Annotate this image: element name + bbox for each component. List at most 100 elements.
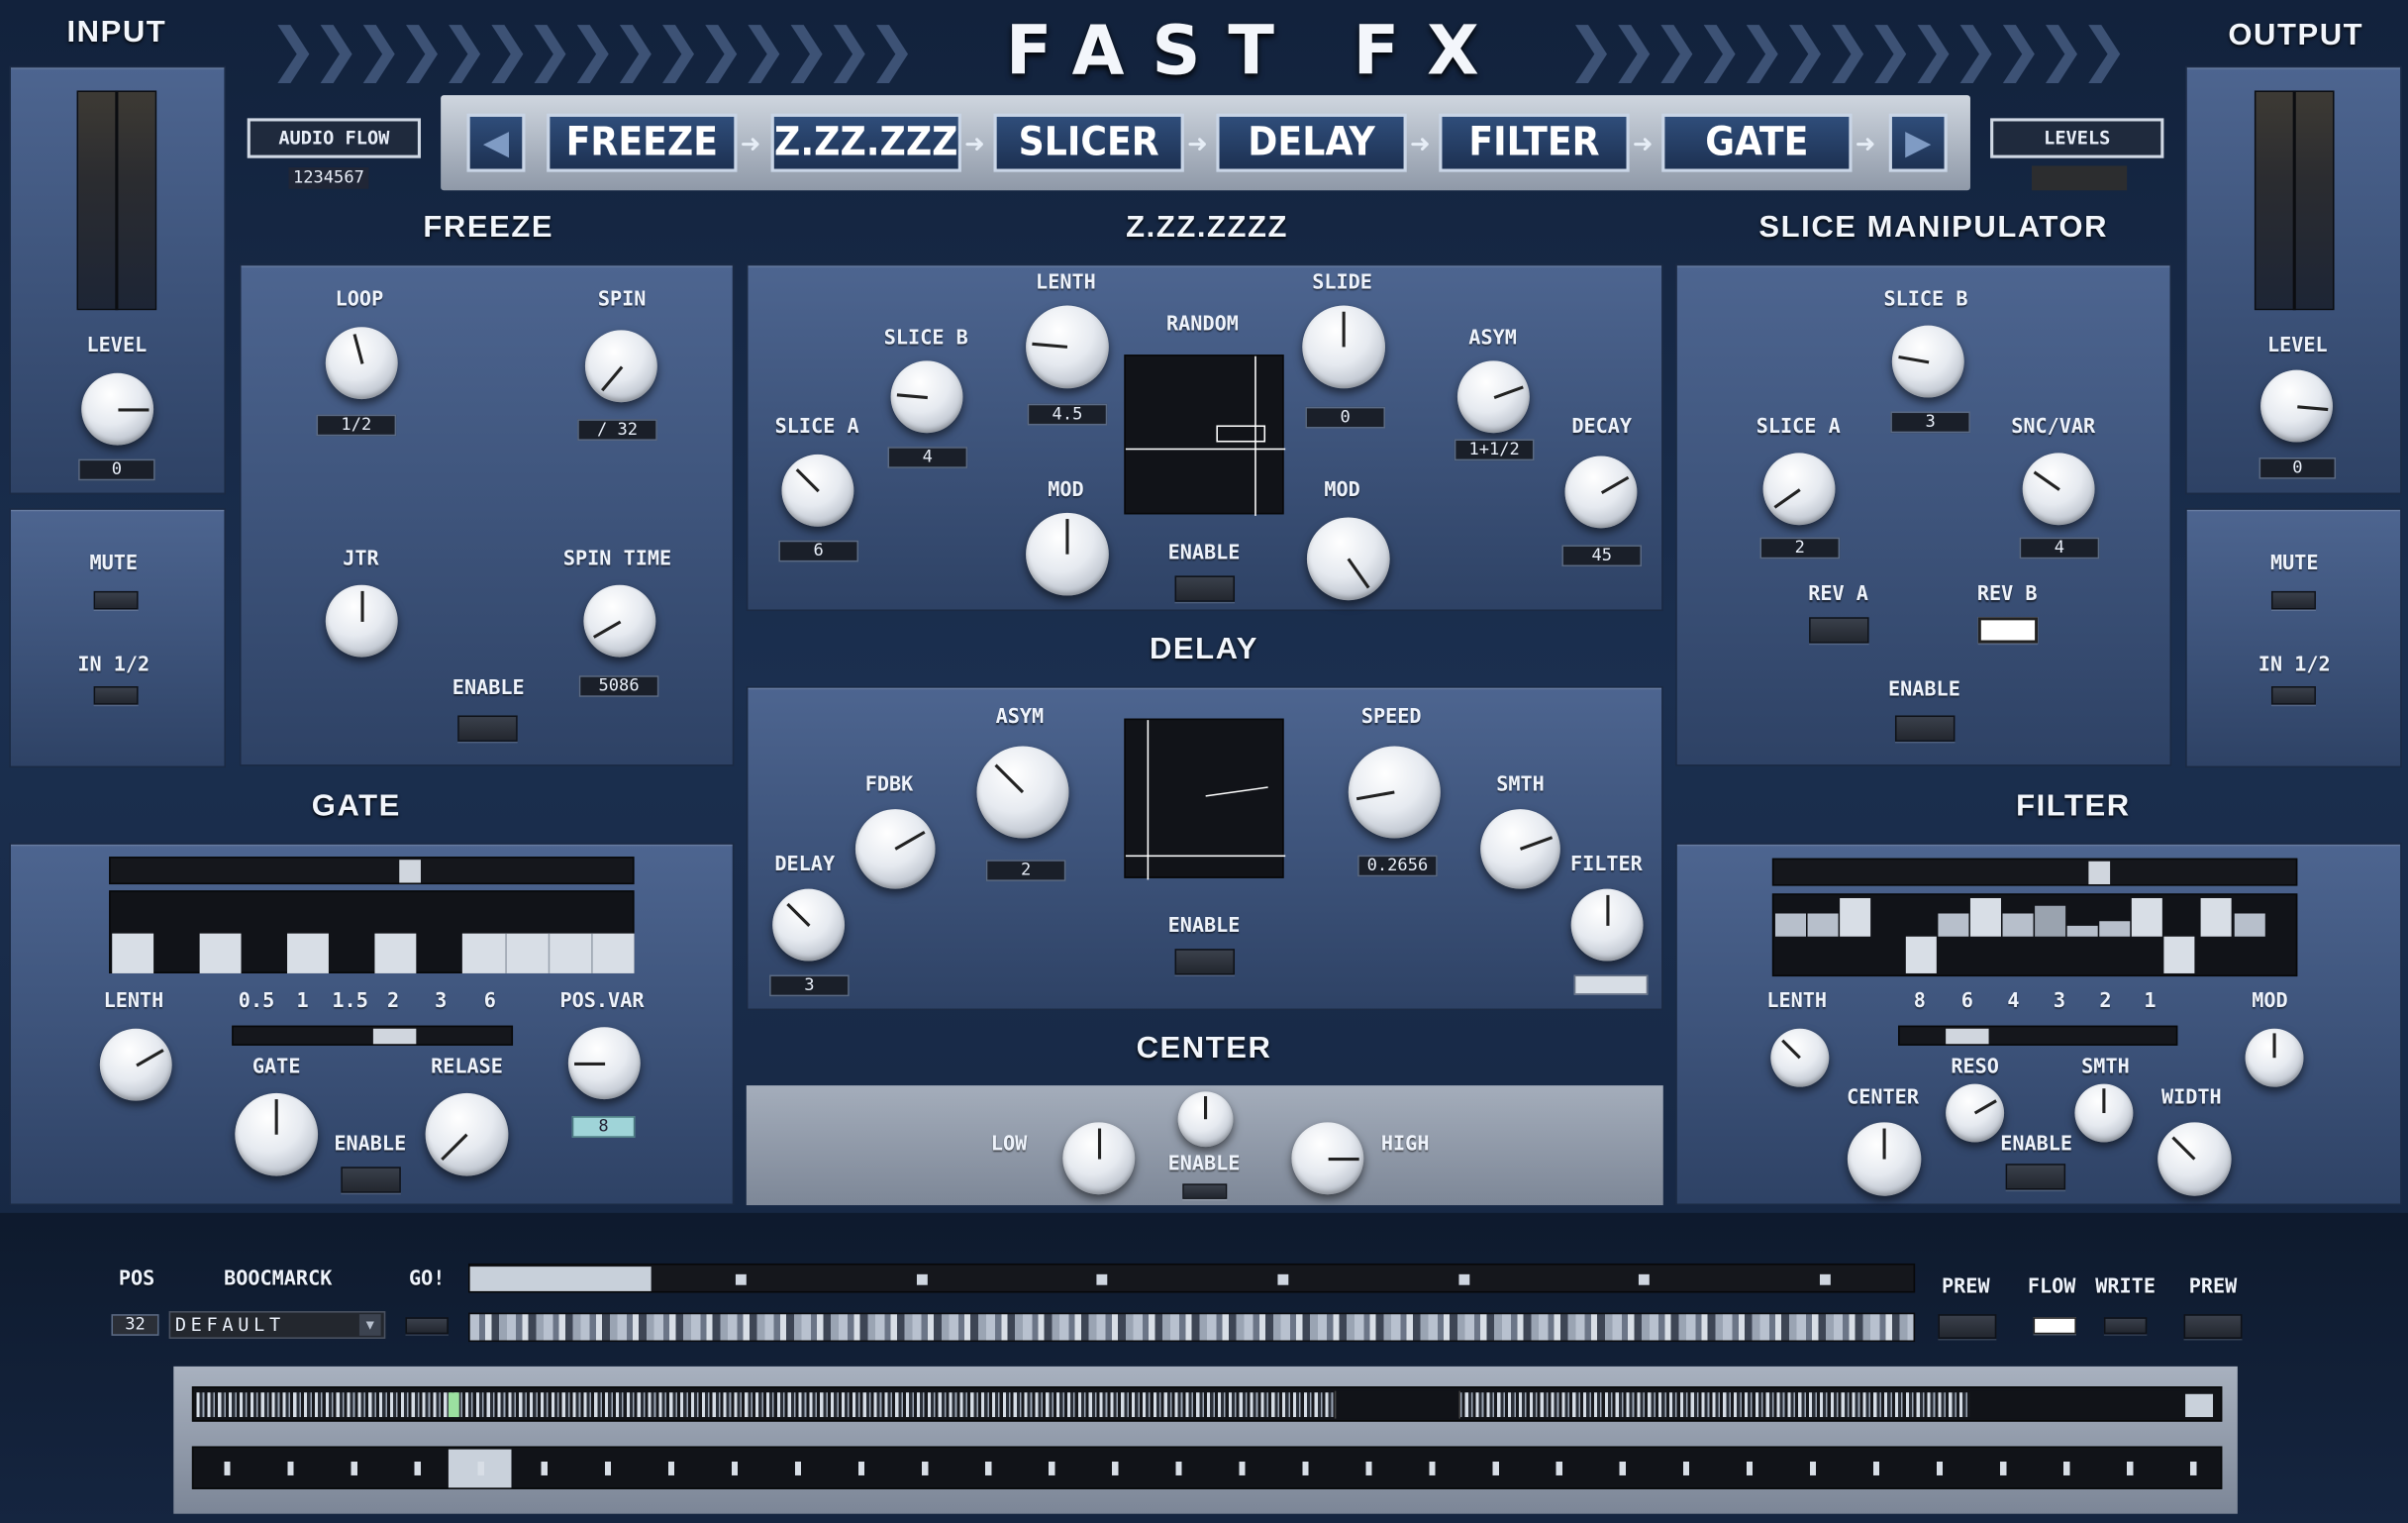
delay-display[interactable]	[1124, 718, 1286, 880]
zz-enable-toggle[interactable]	[1174, 575, 1236, 602]
waveform-strip[interactable]	[468, 1312, 1916, 1343]
filter-lenth-label: LENTH	[1766, 990, 1828, 1014]
zz-slice-b-knob[interactable]	[890, 360, 963, 434]
gate-scale-thumb[interactable]	[372, 1028, 417, 1045]
freeze-enable-toggle[interactable]	[457, 715, 518, 742]
filter-enable-toggle[interactable]	[2005, 1164, 2066, 1190]
meter-divider	[2292, 90, 2296, 311]
delay-filter-knob[interactable]	[1570, 888, 1644, 962]
zz-decay-label: DECAY	[1571, 416, 1633, 440]
delay-speed-knob[interactable]	[1348, 746, 1441, 839]
freeze-spin-knob[interactable]	[584, 330, 657, 403]
write-toggle[interactable]	[2103, 1317, 2148, 1335]
delay-fdbk-knob[interactable]	[854, 809, 936, 889]
center-high-knob[interactable]	[1291, 1122, 1364, 1195]
freeze-spin-time-knob[interactable]	[583, 584, 656, 658]
filter-reso-knob[interactable]	[1946, 1083, 2005, 1143]
gate-slider-thumb[interactable]	[399, 860, 421, 883]
output-in-toggle[interactable]	[2270, 686, 2316, 705]
gate-relase-knob[interactable]	[425, 1092, 509, 1176]
zz-mod1-knob[interactable]	[1026, 512, 1109, 596]
zz-slide-knob[interactable]	[1302, 305, 1386, 389]
slicer-rev-a-toggle[interactable]	[1809, 617, 1869, 644]
center-enable-toggle[interactable]	[1182, 1183, 1228, 1199]
flow-toggle[interactable]	[2033, 1317, 2076, 1335]
gate-enable-toggle[interactable]	[341, 1167, 401, 1193]
delay-delay-knob[interactable]	[772, 888, 846, 962]
step-ruler[interactable]	[191, 1446, 2223, 1489]
filter-scale-label: 3	[2053, 990, 2065, 1014]
chain-slot-6[interactable]: GATE	[1661, 113, 1853, 172]
chain-arrow-icon: ➜	[1632, 132, 1654, 158]
go-button[interactable]	[405, 1317, 449, 1335]
filter-center-label: CENTER	[1847, 1086, 1919, 1110]
filter-step-grid[interactable]	[1771, 893, 2298, 977]
filter-slider-thumb[interactable]	[2088, 861, 2111, 885]
filter-slider-track[interactable]	[1771, 858, 2298, 886]
slicer-rev-b-label: REV B	[1976, 583, 2038, 607]
filter-mod-knob[interactable]	[2245, 1028, 2304, 1087]
zz-decay-knob[interactable]	[1564, 456, 1638, 529]
input-level-knob[interactable]	[81, 372, 154, 446]
output-level-knob[interactable]	[2260, 369, 2333, 443]
gate-posvar-knob[interactable]	[567, 1027, 641, 1100]
zz-random-display[interactable]	[1124, 355, 1286, 516]
chain-slot-5[interactable]: FILTER	[1439, 113, 1630, 172]
delay-asym-knob[interactable]	[976, 746, 1069, 839]
zz-slice-b-label: SLICE B	[883, 327, 968, 351]
output-in-label: IN 1/2	[2258, 654, 2331, 677]
gate-lenth-knob[interactable]	[99, 1028, 172, 1101]
filter-center-knob[interactable]	[1847, 1122, 1922, 1196]
input-mute-toggle[interactable]	[93, 590, 139, 610]
prew2-button[interactable]	[2183, 1314, 2243, 1339]
gate-gate-label: GATE	[251, 1056, 301, 1079]
slicer-rev-b-toggle[interactable]	[1977, 617, 2039, 644]
slicer-enable-toggle[interactable]	[1894, 715, 1956, 742]
zz-slice-a-label: SLICE A	[774, 416, 859, 440]
chain-slot-4[interactable]: DELAY	[1216, 113, 1407, 172]
filter-lenth-knob[interactable]	[1770, 1028, 1830, 1087]
center-high-label: HIGH	[1380, 1133, 1430, 1157]
gate-gate-knob[interactable]	[235, 1092, 319, 1176]
position-ruler-window[interactable]	[469, 1267, 652, 1291]
bookmark-select[interactable]: DEFAULT ▼	[168, 1311, 386, 1339]
filter-scale-thumb[interactable]	[1946, 1028, 1989, 1045]
chain-slot-2[interactable]: Z.ZZ.ZZZ	[770, 113, 961, 172]
delay-enable-toggle[interactable]	[1174, 949, 1236, 975]
zz-asym-knob[interactable]	[1456, 360, 1530, 434]
audio-flow-button[interactable]: AUDIO FLOW	[247, 118, 421, 158]
position-ruler[interactable]	[468, 1263, 1916, 1293]
slicer-snc-knob[interactable]	[2022, 453, 2095, 526]
filter-scale-slider[interactable]	[1898, 1025, 2178, 1046]
zz-lenth-knob[interactable]	[1026, 305, 1109, 389]
freeze-loop-knob[interactable]	[325, 327, 398, 400]
gate-slider-track[interactable]	[109, 857, 635, 885]
freeze-jtr-label: JTR	[343, 548, 379, 571]
slicer-slice-a-value: 2	[1759, 537, 1841, 559]
slicer-slice-b-knob[interactable]	[1891, 325, 1964, 398]
chain-slot-1[interactable]: FREEZE	[547, 113, 738, 172]
input-level-value: 0	[78, 458, 155, 481]
output-level-label: LEVEL	[2266, 334, 2328, 358]
center-low-knob[interactable]	[1062, 1122, 1136, 1195]
filter-scale-label: 6	[1960, 990, 1973, 1014]
zz-slice-a-knob[interactable]	[781, 454, 854, 527]
zz-mod2-knob[interactable]	[1306, 517, 1390, 601]
output-mute-toggle[interactable]	[2270, 590, 2316, 610]
freeze-jtr-knob[interactable]	[325, 584, 398, 658]
input-level-label: LEVEL	[86, 334, 148, 358]
delay-smth-knob[interactable]	[1480, 809, 1560, 889]
gate-step-grid[interactable]	[109, 890, 635, 973]
gate-scale-slider[interactable]	[232, 1025, 514, 1046]
chain-prev-button[interactable]: ◀	[466, 113, 526, 172]
input-in-toggle[interactable]	[93, 686, 139, 705]
pattern-strip[interactable]	[191, 1386, 2223, 1422]
levels-button[interactable]: LEVELS	[1990, 118, 2164, 158]
chain-next-button[interactable]: ▶	[1888, 113, 1948, 172]
filter-smth-knob[interactable]	[2074, 1083, 2134, 1143]
chain-slot-3[interactable]: SLICER	[993, 113, 1184, 172]
slicer-slice-a-knob[interactable]	[1762, 453, 1836, 526]
prew1-button[interactable]	[1938, 1314, 1997, 1339]
filter-width-knob[interactable]	[2157, 1122, 2232, 1196]
center-enable-knob[interactable]	[1177, 1091, 1234, 1148]
